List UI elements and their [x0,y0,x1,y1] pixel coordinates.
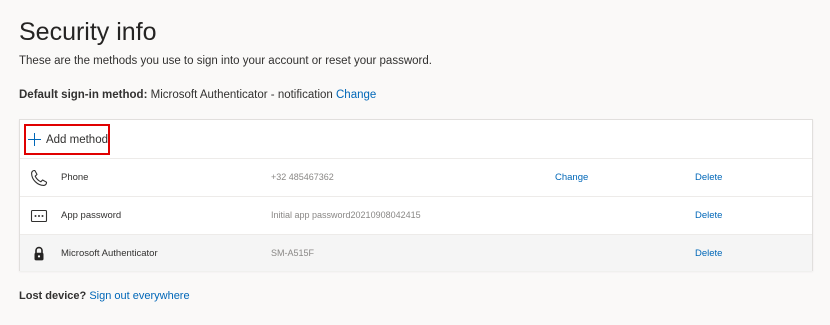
change-default-method-link[interactable]: Change [336,89,376,101]
app-password-icon [30,207,48,225]
method-detail: SM-A515F [271,248,315,258]
delete-phone-link[interactable]: Delete [695,172,722,183]
method-row-app-password: App password Initial app password2021090… [20,196,812,235]
methods-card: Add method Phone +32 485467362 Change De… [19,119,813,271]
plus-icon [28,133,41,146]
method-row-phone: Phone +32 485467362 Change Delete [20,158,812,197]
default-method-label: Default sign-in method: [19,89,148,101]
default-sign-in-method: Default sign-in method: Microsoft Authen… [19,89,376,101]
method-name: Phone [61,172,89,183]
page-subtitle: These are the methods you use to sign in… [19,55,432,67]
add-method-button[interactable]: Add method [24,124,110,155]
method-detail: +32 485467362 [271,172,334,182]
page-title: Security info [19,18,157,46]
delete-authenticator-link[interactable]: Delete [695,248,722,259]
sign-out-everywhere-link[interactable]: Sign out everywhere [89,290,189,302]
method-name: Microsoft Authenticator [61,248,158,259]
method-name: App password [61,210,122,221]
authenticator-lock-icon [30,245,48,263]
delete-app-password-link[interactable]: Delete [695,210,722,221]
default-method-value: Microsoft Authenticator - notification [150,89,333,101]
lost-device: Lost device? Sign out everywhere [19,290,190,302]
method-detail: Initial app password20210908042415 [271,210,421,220]
method-row-authenticator: Microsoft Authenticator SM-A515F Delete [20,234,812,271]
lost-device-label: Lost device? [19,290,87,302]
add-method-label: Add method [45,133,108,146]
phone-icon [30,169,48,187]
change-phone-link[interactable]: Change [555,172,588,183]
